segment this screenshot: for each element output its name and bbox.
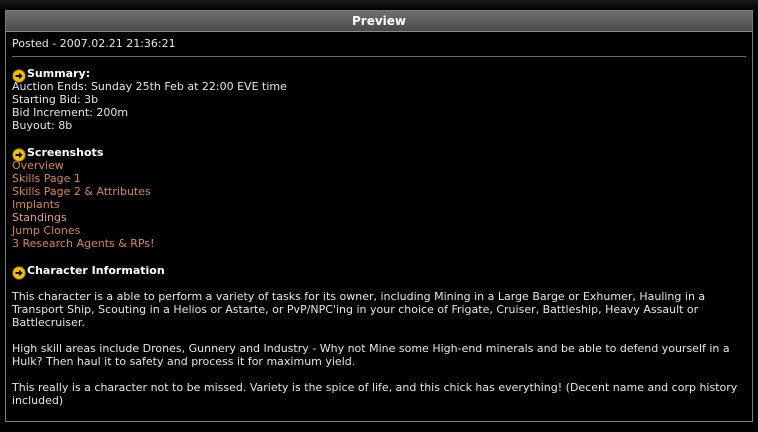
summary-line-auction-ends: Auction Ends: Sunday 25th Feb at 22:00 E… (12, 80, 287, 93)
link-implants[interactable]: Implants (12, 198, 746, 211)
arrow-right-icon (12, 69, 26, 83)
link-overview[interactable]: Overview (12, 159, 746, 172)
character-paragraph-2: High skill areas include Drones, Gunnery… (12, 342, 730, 368)
summary-title: Summary: (27, 67, 91, 80)
character-info-title: Character Information (27, 264, 165, 277)
link-skills-page-1[interactable]: Skills Page 1 (12, 172, 746, 185)
posted-timestamp: Posted - 2007.02.21 21:36:21 (12, 37, 746, 57)
screenshots-title: Screenshots (27, 146, 104, 159)
link-research-agents[interactable]: 3 Research Agents & RPs! (12, 237, 746, 250)
summary-line-starting-bid: Starting Bid: 3b (12, 93, 99, 106)
screenshots-heading: Screenshots (12, 143, 746, 162)
arrow-right-icon (12, 148, 26, 162)
character-paragraph-3: This really is a character not to be mis… (12, 381, 738, 407)
page: Preview Posted - 2007.02.21 21:36:21 Sum… (0, 0, 758, 432)
summary-heading: Summary: (12, 64, 746, 83)
link-jump-clones[interactable]: Jump Clones (12, 224, 746, 237)
character-info-heading: Character Information (12, 261, 746, 280)
character-paragraph-1: This character is a able to perform a va… (12, 290, 706, 329)
summary-line-buyout: Buyout: 8b (12, 119, 73, 132)
link-skills-page-2[interactable]: Skills Page 2 & Attributes (12, 185, 746, 198)
summary-line-bid-increment: Bid Increment: 200m (12, 106, 129, 119)
post-content: Posted - 2007.02.21 21:36:21 Summary: Au… (6, 32, 752, 407)
top-edge (0, 0, 758, 10)
panel-title: Preview (6, 11, 752, 32)
link-standings[interactable]: Standings (12, 211, 746, 224)
preview-panel: Preview Posted - 2007.02.21 21:36:21 Sum… (5, 10, 753, 422)
arrow-right-icon (12, 266, 26, 280)
